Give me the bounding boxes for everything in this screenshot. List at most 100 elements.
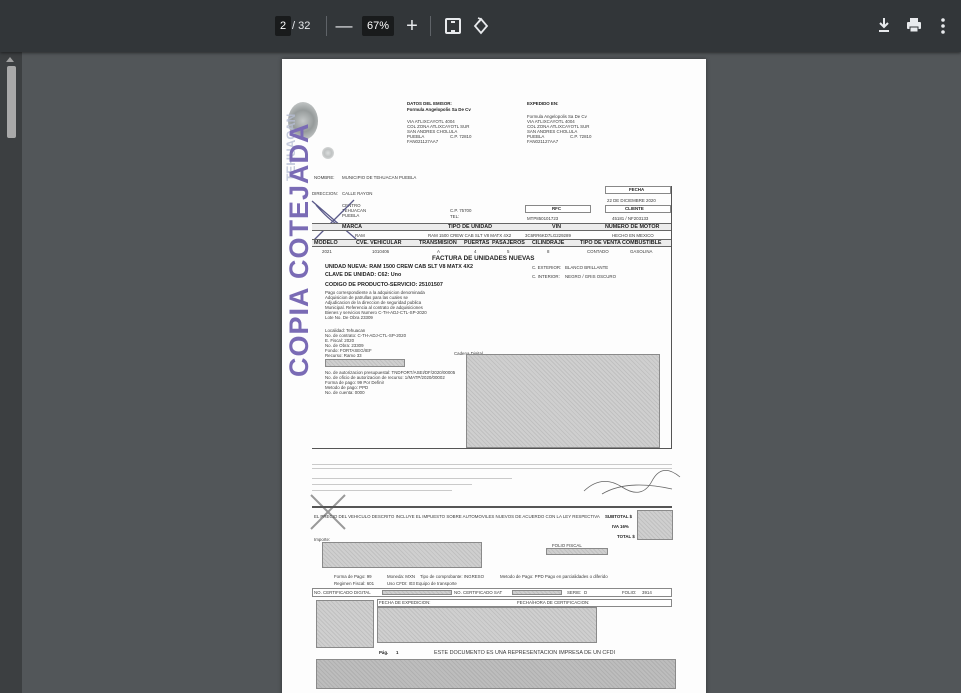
col-transmision: TRANSMISION [419, 240, 457, 246]
description-line: Lote No. De Obra 23309 [325, 315, 373, 320]
rfc-label: RFC [552, 206, 562, 211]
col-clave-vehicular: CVE. VEHICULAR [356, 240, 402, 246]
val-cilindraje: 8 [547, 249, 550, 254]
subtotal-label: SUBTOTAL $ [605, 514, 633, 519]
tipo-comprobante: Tipo de comprobante: INGRESO [420, 574, 485, 579]
col-marca: MARCA [342, 224, 363, 230]
iva-label: IVA 16% [612, 524, 629, 529]
zoom-in-button[interactable]: + [400, 14, 424, 38]
val-clave-vehicular: 1010406 [372, 249, 390, 254]
val-puertas: 4 [474, 249, 477, 254]
signature-x-mark [310, 494, 346, 530]
fecha-value: 22 DE DICIEMBRE 2020 [607, 198, 656, 203]
redacted-block [637, 510, 673, 540]
scroll-up-arrow-icon[interactable] [6, 57, 14, 62]
vertical-scrollbar[interactable] [0, 52, 22, 693]
regimen: Regimen Fiscal: 601 [334, 581, 375, 586]
redacted-block [325, 359, 405, 367]
download-icon[interactable] [877, 17, 891, 33]
clave-unidad-line: CLAVE DE UNIDAD: C62: Uno [325, 272, 402, 278]
separator [326, 16, 327, 36]
col-pasajeros: PASAJEROS [492, 240, 525, 246]
color-int-value: NEGRO / GRIS OSCURO [565, 274, 616, 279]
signature-x-mark [311, 199, 357, 241]
scroll-thumb[interactable] [7, 66, 16, 138]
fit-to-page-icon[interactable] [445, 18, 461, 34]
moneda: Moneda: MXN [387, 574, 416, 579]
fecha-label: FECHA [629, 187, 645, 192]
small-seal-image [322, 147, 334, 159]
pag-value: 1 [396, 650, 399, 655]
pdf-toolbar: 2 / 32 — 67% + [0, 0, 961, 52]
emisor-name: Formula Angelopolis Sa De Cv [407, 107, 471, 112]
rotate-icon[interactable] [472, 17, 490, 35]
description-line: Recurso: Ramo 33 [325, 353, 362, 358]
redacted-block [466, 354, 660, 448]
zoom-out-button[interactable]: — [332, 14, 356, 38]
folio-label: FOLIO: [622, 590, 637, 595]
nombre-label: NOMBRE: [314, 175, 335, 180]
val-transmision: A [437, 249, 440, 254]
color-ext-value: BLANCO BRILLANTE [565, 265, 609, 270]
redacted-block [512, 590, 562, 595]
direccion-label: DIRECCION: [312, 191, 338, 196]
emisor-cp: C.P. 72810 [450, 134, 472, 139]
separator [430, 16, 431, 36]
pdf-page: TEHUACAN DATOS DEL EMISOR: Formula Angel… [282, 59, 706, 693]
val-vin: 3C6RR6KD7LG229289 [525, 233, 571, 238]
page-total: / 32 [292, 20, 311, 32]
color-int-label: C. INTERIOR: [532, 274, 560, 279]
serie-value: D [584, 590, 588, 595]
factura-title: FACTURA DE UNIDADES NUEVAS [432, 255, 535, 262]
total-label: TOTAL $ [617, 534, 635, 539]
cliente-value: 45181 / NF203133 [612, 216, 649, 221]
more-vert-icon[interactable] [941, 18, 945, 34]
cliente-label: CLIENTE [625, 206, 644, 211]
forma-pago: Forma de Pago: 99 [334, 574, 372, 579]
serie-label: SERIE: [567, 590, 582, 595]
col-tipo-unidad: TIPO DE UNIDAD [448, 224, 493, 230]
client-cp: C.P. 75700 [450, 208, 472, 213]
importe-line: EL PRECIO DEL VEHICULO DESCRITO INCLUYE … [314, 514, 600, 519]
page-number-input[interactable]: 2 [275, 16, 291, 36]
col-combustible: COMBUSTIBLE [622, 240, 662, 246]
cfdi-line: ESTE DOCUMENTO ES UNA REPRESENTACION IMP… [434, 650, 616, 656]
redacted-block [322, 542, 482, 568]
redacted-block [546, 548, 608, 555]
val-pasajeros: 5 [507, 249, 510, 254]
unidad-line: UNIDAD NUEVA: RAM 1500 CREW CAB SLT V8 M… [325, 264, 473, 270]
expedido-cp: C.P. 72810 [570, 134, 592, 139]
metodo-pago: Metodo de Pago: PPD Pago en parcialidade… [500, 574, 608, 579]
codigo-line: CODIGO DE PRODUCTO-SERVICIO: 25101507 [325, 282, 443, 288]
rfc-value: MTP850101723 [527, 216, 559, 221]
description-line: No. de cuenta: 0000 [325, 390, 365, 395]
redacted-block [382, 590, 452, 595]
redacted-block [316, 600, 374, 648]
fecha-certificacion-label: FECHA/HORA DE CERTIFICACION: [517, 600, 590, 605]
redacted-block [377, 607, 597, 643]
uso-cfdi: Uso CFDI: I03 Equipo de transporte [387, 581, 457, 586]
col-puertas: PUERTAS [464, 240, 490, 246]
emisor-rfc: FAN021127AA7 [407, 139, 439, 144]
fecha-expedicion-label: FECHA DE EXPEDICION: [379, 600, 431, 605]
tel-label: TEL: [450, 214, 460, 219]
val-tipo-unidad: RAM 1500 CREW CAB SLT V8 MATX 4X2 [428, 233, 512, 238]
col-cilindraje: CILINDRAJE [532, 240, 565, 246]
val-combustible: GASOLINA [630, 249, 653, 254]
direccion-value: CALLE RAYON [342, 191, 373, 196]
expedido-rfc: FAN021127AA7 [527, 139, 559, 144]
val-motor: HECHO EN MEXICO [612, 233, 654, 238]
no-cert-sat-label: NO. CERTIFICADO SAT [454, 590, 503, 595]
signature-scribble [583, 470, 681, 495]
expedido-title: EXPEDIDO EN: [527, 101, 559, 106]
val-modelo: 2021 [322, 249, 332, 254]
col-vin: VIN [552, 224, 561, 230]
val-tipo-venta: CONTADO [587, 249, 609, 254]
zoom-level-input[interactable]: 67% [362, 16, 394, 36]
copia-cotejada-stamp: COPIA COTEJADA [284, 122, 314, 377]
col-motor: NUMERO DE MOTOR [605, 224, 660, 230]
col-modelo: MODELO [314, 240, 338, 246]
redacted-block [316, 659, 676, 689]
print-icon[interactable] [906, 17, 922, 33]
nombre-value: MUNICIPIO DE TEHUACAN PUEBLA [342, 175, 417, 180]
